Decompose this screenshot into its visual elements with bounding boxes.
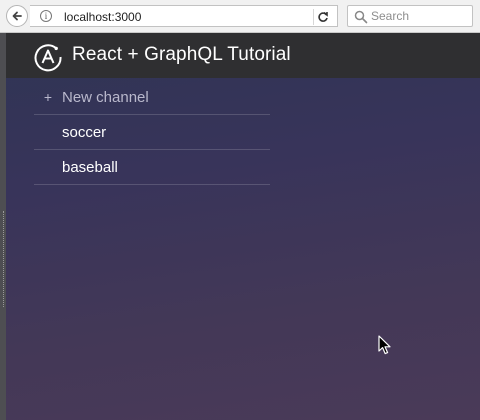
apollo-logo-icon [34,44,62,72]
back-button[interactable] [6,5,28,27]
search-input[interactable] [371,7,467,25]
search-box[interactable] [347,5,473,27]
reload-icon [318,11,328,22]
window-edge [0,33,6,420]
back-arrow-icon [12,11,22,21]
search-icon [354,10,368,24]
channel-name: baseball [62,158,118,176]
plus-icon: + [43,89,53,105]
info-icon[interactable]: i [40,10,52,22]
channel-name: soccer [62,123,107,141]
app-header: React + GraphQL Tutorial [6,33,480,78]
mouse-cursor-icon [378,335,391,355]
reload-button[interactable] [313,9,332,25]
channel-item-baseball[interactable]: baseball [34,150,270,185]
channel-item-soccer[interactable]: soccer [34,115,270,150]
address-bar[interactable]: i localhost:3000 [30,5,338,27]
new-channel-label: New channel [62,88,149,106]
channel-list: + New channel soccer baseball [34,80,270,185]
url-text[interactable]: localhost:3000 [64,10,141,24]
new-channel-button[interactable]: + New channel [34,80,270,115]
app-page: React + GraphQL Tutorial + New channel s… [0,33,480,420]
browser-toolbar: i localhost:3000 [0,0,480,33]
page-title: React + GraphQL Tutorial [72,44,291,65]
resize-grip[interactable] [0,211,4,307]
